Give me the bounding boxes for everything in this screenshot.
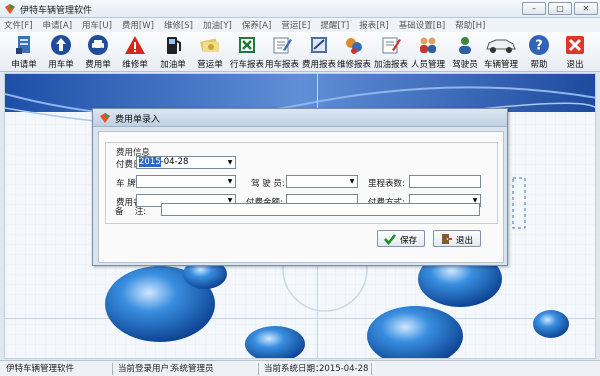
toolbar-fee-button[interactable]: 费用单: [82, 34, 114, 70]
toolbar-application-button[interactable]: 申请单: [8, 34, 40, 70]
spreadsheet-icon: [239, 37, 255, 53]
menu-repair[interactable]: 维修[S]: [164, 19, 193, 31]
tools-report-icon: [346, 38, 362, 54]
menu-fuel[interactable]: 加油[Y]: [203, 19, 232, 31]
pay-date-selected-part: 2015: [139, 157, 161, 167]
window-title: 伊特车辆管理软件: [20, 6, 93, 16]
title-bar: 伊特车辆管理软件 – □ ✕: [0, 0, 600, 18]
chevron-down-icon[interactable]: ▼: [347, 176, 357, 187]
exit-dialog-button[interactable]: 退出: [433, 230, 481, 247]
status-divider: [371, 363, 372, 375]
toolbar-repair-report-button[interactable]: 维修报表: [336, 34, 372, 70]
close-button[interactable]: ✕: [574, 2, 598, 15]
toolbar-operation-button[interactable]: 营运单: [194, 34, 226, 70]
status-bar: 伊特车辆管理软件 当前登录用户： 系统管理员 当前系统日期： 2015-04-2…: [0, 360, 600, 376]
car-icon: [486, 39, 516, 53]
toolbar-driving-report-button[interactable]: 行车报表: [229, 34, 265, 70]
status-app-name: 伊特车辆管理软件: [6, 364, 75, 374]
fuel-report-icon: [382, 37, 401, 54]
minimize-button[interactable]: –: [522, 2, 546, 15]
menu-apply[interactable]: 申请[A]: [43, 19, 72, 31]
edit-report-icon: [273, 37, 292, 54]
chevron-down-icon[interactable]: ▼: [225, 176, 235, 187]
money-icon: [200, 38, 219, 52]
people-icon: [420, 37, 436, 53]
toolbar-vehicle-button[interactable]: 车辆管理: [483, 34, 519, 70]
status-user-label: 当前登录用户：: [118, 364, 178, 374]
status-user-value: 系统管理员: [171, 364, 214, 374]
dialog-logo-icon: [100, 113, 110, 123]
chart-report-icon: [311, 37, 327, 53]
status-date-value: 2015-04-28: [319, 364, 369, 374]
toolbar-people-button[interactable]: 人员管理: [410, 34, 446, 70]
app-logo-icon: [5, 4, 15, 14]
toolbar-usecar-report-button[interactable]: 用车报表: [264, 34, 300, 70]
toolbar-repair-button[interactable]: 维修单: [119, 34, 151, 70]
menu-file[interactable]: 文件[F]: [4, 19, 33, 31]
menu-help[interactable]: 帮助[H]: [455, 19, 485, 31]
fuel-pump-icon: [167, 37, 181, 54]
menu-bar: 文件[F] 申请[A] 用车[U] 费用[W] 维修[S] 加油[Y] 保养[A…: [0, 18, 600, 32]
svg-text:?: ?: [535, 39, 543, 54]
driver-select[interactable]: ▼: [286, 175, 358, 188]
toolbar-exit-button[interactable]: 退出: [561, 34, 589, 70]
car-badge-icon: [88, 35, 108, 55]
mileage-label: 里程表数:: [368, 179, 405, 189]
save-button[interactable]: 保存: [377, 230, 425, 247]
menu-operation[interactable]: 营运[E]: [281, 19, 310, 31]
door-exit-icon: [442, 234, 452, 244]
menu-maintenance[interactable]: 保养[A]: [242, 19, 271, 31]
toolbar-fuel-button[interactable]: 加油单: [157, 34, 189, 70]
toolbar-help-button[interactable]: ? 帮助: [525, 34, 553, 70]
application-form-icon: [16, 36, 30, 54]
up-arrow-icon: [51, 35, 71, 55]
pay-date-rest: -04-28: [160, 157, 189, 167]
fee-entry-dialog: 费用单录入 费用信息 付费日期: 2015-04-28 ▼ 车 牌 号: ▼ 驾…: [92, 108, 508, 266]
exit-icon: [566, 36, 584, 54]
help-icon: ?: [529, 35, 549, 55]
menu-fee[interactable]: 费用[W]: [122, 19, 154, 31]
menu-settings[interactable]: 基础设置[B]: [399, 19, 445, 31]
menu-reminder[interactable]: 提醒[T]: [320, 19, 349, 31]
toolbar-usecar-button[interactable]: 用车单: [45, 34, 77, 70]
checkmark-icon: [384, 234, 396, 245]
plate-select[interactable]: ▼: [136, 175, 236, 188]
dialog-title-bar: 费用单录入: [93, 109, 507, 127]
mileage-input[interactable]: [409, 175, 481, 188]
dialog-title: 费用单录入: [115, 115, 161, 125]
maximize-button[interactable]: □: [548, 2, 572, 15]
status-date-label: 当前系统日期：: [264, 364, 324, 374]
chevron-down-icon[interactable]: ▼: [225, 157, 235, 168]
dialog-panel: 费用信息 付费日期: 2015-04-28 ▼ 车 牌 号: ▼ 驾 驶 员: …: [98, 131, 504, 263]
toolbar-fee-report-button[interactable]: 费用报表: [301, 34, 337, 70]
remark-input[interactable]: [161, 203, 480, 216]
driver-label: 驾 驶 员:: [251, 179, 285, 189]
menu-usecar[interactable]: 用车[U]: [82, 19, 112, 31]
warning-triangle-icon: [125, 36, 145, 54]
toolbar-driver-button[interactable]: 驾驶员: [450, 34, 480, 70]
pay-date-picker[interactable]: 2015-04-28 ▼: [136, 156, 236, 169]
driver-icon: [459, 37, 471, 54]
toolbar-fuel-report-button[interactable]: 加油报表: [373, 34, 409, 70]
remark-label: 备 注:: [115, 207, 147, 217]
menu-report[interactable]: 报表[R]: [359, 19, 389, 31]
toolbar: 申请单 用车单 费用单 维修单 加油单 营运单 行车报表 用车报表 费用报表 维…: [0, 32, 600, 72]
status-divider: [112, 363, 113, 375]
status-divider: [258, 363, 259, 375]
